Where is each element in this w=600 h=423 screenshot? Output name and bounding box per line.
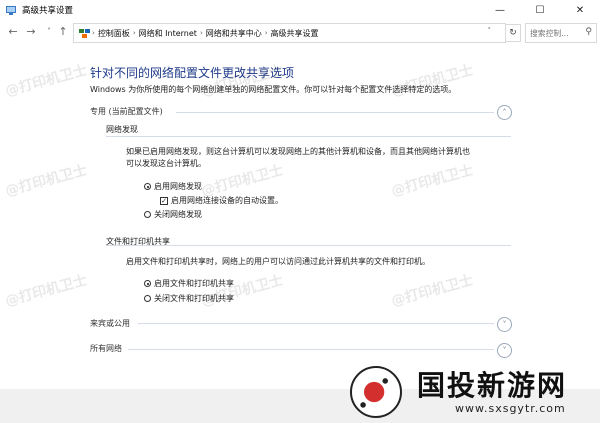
recent-locations-button[interactable]: ˅ (42, 25, 56, 39)
site-logo: 国投新游网 www.sxsgytr.com (345, 364, 600, 423)
chevron-down-icon[interactable]: ˅ (497, 317, 512, 332)
network-discovery-text-line2: 可以发现这台计算机。 (126, 159, 206, 168)
radio-selected-icon (144, 280, 151, 287)
address-bar: ← → ˅ ↑ › 控制面板 › 网络和 Internet › 网络和共享中心 … (0, 20, 600, 44)
close-button[interactable]: ✕ (560, 0, 600, 20)
file-printer-sharing-text: 启用文件和打印机共享时，网络上的用户可以访问通过此计算机共享的文件和打印机。 (126, 257, 430, 266)
chevron-down-icon[interactable]: ˅ (497, 343, 512, 358)
checkbox-label: 启用网络连接设备的自动设置。 (171, 196, 283, 205)
search-input[interactable]: 搜索控制... ⚲ (525, 23, 597, 43)
radio-network-discovery-off[interactable]: 关闭网络发现 (144, 209, 202, 220)
radio-selected-icon (144, 183, 151, 190)
back-button[interactable]: ← (6, 25, 20, 39)
breadcrumb-network-sharing-center[interactable]: 网络和共享中心 (203, 28, 265, 39)
address-dropdown-icon[interactable]: ˅ (488, 27, 492, 35)
section-private-header[interactable]: 专用 (当前配置文件) (90, 106, 163, 117)
subsection-divider (106, 245, 511, 246)
checkbox-auto-setup[interactable]: ✓ 启用网络连接设备的自动设置。 (160, 195, 283, 206)
chevron-up-icon[interactable]: ˄ (497, 105, 512, 120)
section-all-networks-header[interactable]: 所有网络 (90, 343, 122, 354)
breadcrumb[interactable]: › 控制面板 › 网络和 Internet › 网络和共享中心 › 高级共享设置… (73, 23, 506, 43)
network-icon (6, 6, 16, 15)
maximize-button[interactable]: ☐ (520, 0, 560, 20)
radio-unselected-icon (144, 295, 151, 302)
window-title: 高级共享设置 (22, 6, 74, 16)
section-divider (128, 349, 494, 350)
breadcrumb-control-panel[interactable]: 控制面板 (95, 28, 133, 39)
checkbox-checked-icon: ✓ (160, 196, 168, 205)
control-panel-icon (79, 29, 90, 38)
search-icon: ⚲ (585, 27, 592, 37)
title-bar: 高级共享设置 — ☐ ✕ (0, 0, 600, 20)
forward-button[interactable]: → (24, 25, 38, 39)
breadcrumb-advanced-sharing[interactable]: 高级共享设置 (268, 28, 322, 39)
logo-name: 国投新游网 (417, 369, 568, 402)
section-divider (138, 323, 494, 324)
radio-unselected-icon (144, 211, 151, 218)
section-divider (176, 112, 494, 113)
main-content: 针对不同的网络配置文件更改共享选项 Windows 为你所使用的每个网络创建单独… (0, 44, 600, 389)
radio-label: 关闭网络发现 (154, 210, 202, 219)
subsection-divider (106, 136, 511, 137)
network-discovery-heading: 网络发现 (106, 125, 138, 134)
search-placeholder: 搜索控制... (530, 28, 569, 38)
logo-url: www.sxsgytr.com (455, 402, 566, 415)
radio-network-discovery-on[interactable]: 启用网络发现 (144, 181, 202, 192)
logo-emblem (350, 366, 402, 418)
minimize-button[interactable]: — (480, 0, 520, 20)
refresh-button[interactable]: ↻ (505, 24, 521, 42)
breadcrumb-network-internet[interactable]: 网络和 Internet (136, 28, 200, 39)
radio-label: 启用网络发现 (154, 182, 202, 191)
network-discovery-text-line1: 如果已启用网络发现，则这台计算机可以发现网络上的其他计算机和设备，而且其他网络计… (126, 147, 470, 156)
up-button[interactable]: ↑ (56, 25, 70, 39)
section-guest-public-header[interactable]: 来宾或公用 (90, 318, 130, 329)
